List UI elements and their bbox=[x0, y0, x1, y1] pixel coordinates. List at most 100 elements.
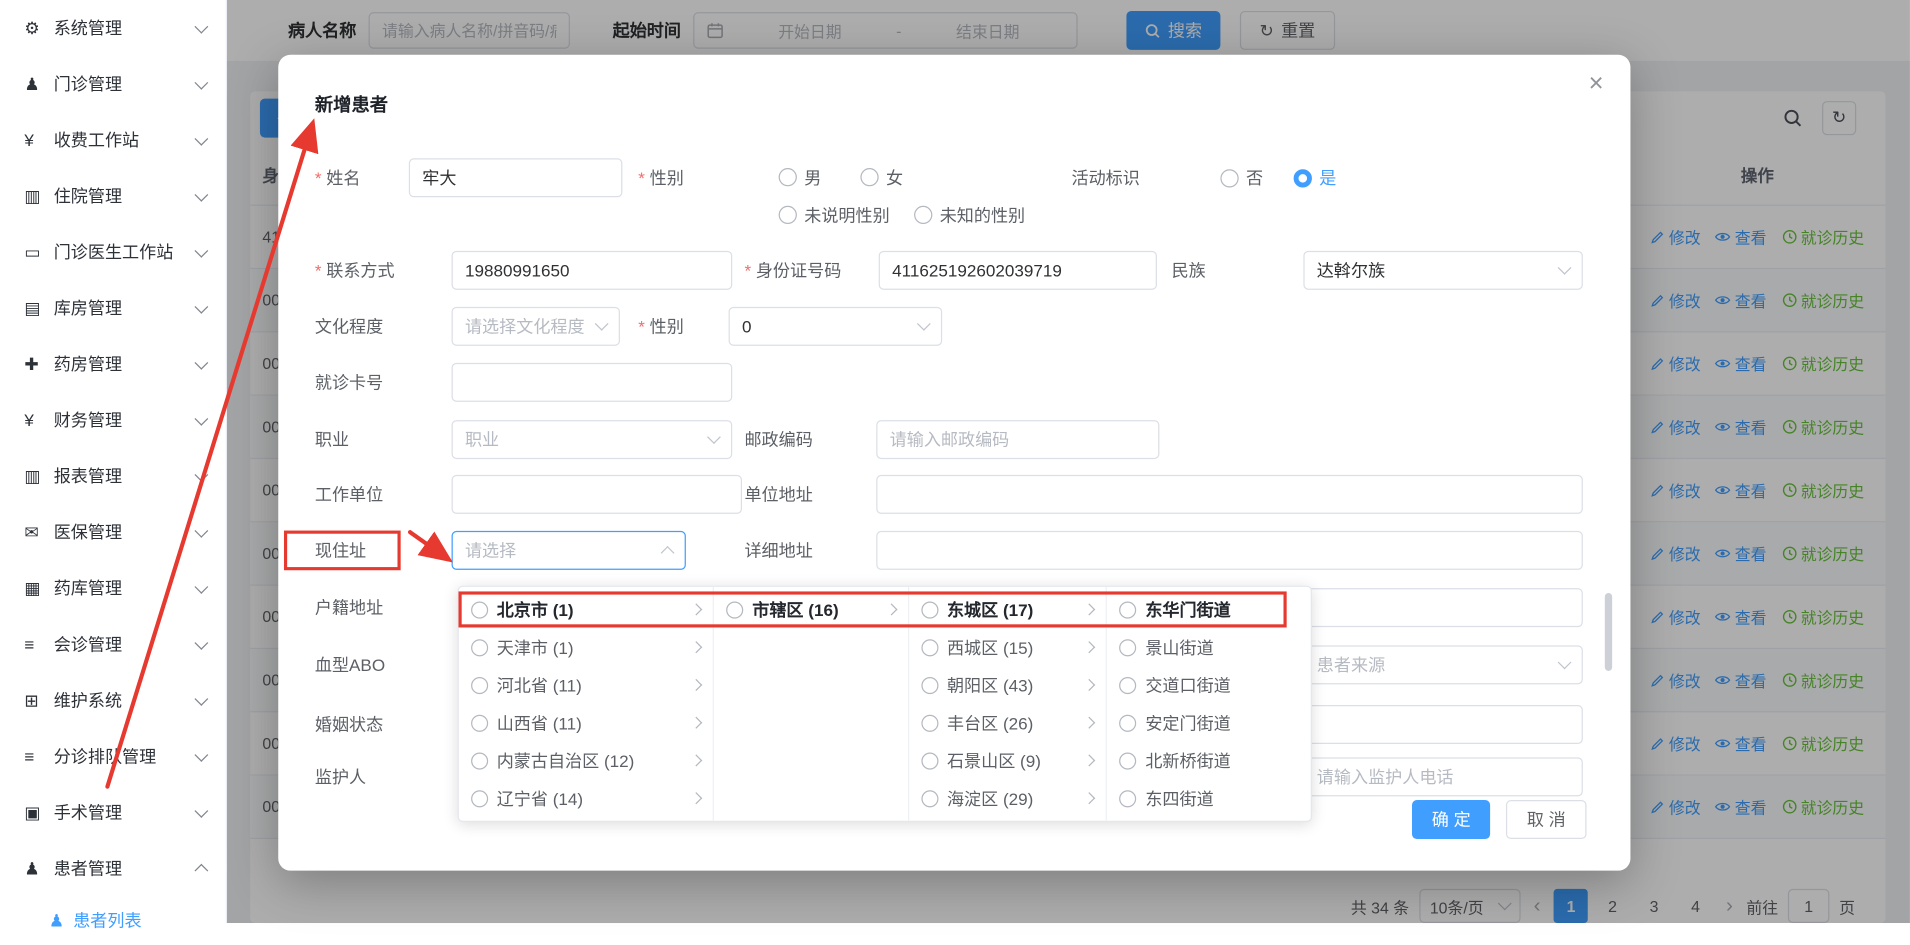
chevron-icon bbox=[194, 19, 208, 33]
field-right-1 bbox=[1303, 588, 1582, 627]
field-current-address: 现住址 请选择 bbox=[315, 531, 686, 570]
cascader-district-option[interactable]: 朝阳区 (43) bbox=[909, 666, 1106, 704]
radio-icon bbox=[471, 752, 488, 769]
education-select[interactable]: 请选择文化程度 bbox=[452, 307, 620, 346]
field-active-flag: 活动标识 否 是 bbox=[1072, 158, 1337, 197]
sidebar-item[interactable]: ¥ 财务管理 bbox=[0, 392, 226, 448]
sidebar-item[interactable]: ♟ 患者管理 bbox=[0, 840, 226, 896]
pharmacy-cross-icon: ✚ bbox=[24, 354, 53, 375]
cascader-city-option[interactable]: 市辖区 (16) bbox=[714, 591, 907, 629]
cascader-street-option[interactable]: 景山街道 bbox=[1107, 628, 1310, 666]
gender-code-select[interactable]: 0 bbox=[729, 307, 943, 346]
cascader-district-option[interactable]: 石景山区 (9) bbox=[909, 742, 1106, 780]
sidebar-item[interactable]: ⊞ 维护系统 bbox=[0, 672, 226, 728]
chevron-icon bbox=[194, 75, 208, 89]
cascader-province-option[interactable]: 辽宁省 (14) bbox=[459, 779, 713, 817]
radio-icon bbox=[779, 168, 797, 186]
cancel-button[interactable]: 取 消 bbox=[1506, 800, 1586, 839]
cascader-street-column: 东华门街道 景山街道 交道口街道 安定门街道 bbox=[1107, 587, 1310, 821]
chevron-right-icon bbox=[691, 641, 703, 653]
right-column-input-2[interactable] bbox=[1303, 705, 1582, 744]
chevron-icon bbox=[194, 299, 208, 313]
occupation-select[interactable]: 职业 bbox=[452, 420, 733, 459]
sidebar-item[interactable]: ▥ 住院管理 bbox=[0, 168, 226, 224]
field-occupation: 职业 职业 bbox=[315, 420, 732, 459]
ethnicity-select[interactable]: 达斡尔族 bbox=[1303, 251, 1582, 290]
cascader-district-option[interactable]: 东城区 (17) bbox=[909, 591, 1106, 629]
sidebar-item[interactable]: ≡ 分诊排队管理 bbox=[0, 728, 226, 784]
field-contact: 联系方式 bbox=[315, 251, 732, 290]
radio-icon bbox=[1120, 639, 1137, 656]
detail-address-input[interactable] bbox=[876, 531, 1583, 570]
right-column-input-1[interactable] bbox=[1303, 588, 1582, 627]
chevron-right-icon bbox=[1084, 792, 1096, 804]
sidebar-item[interactable]: ▣ 手术管理 bbox=[0, 784, 226, 840]
sidebar-item[interactable]: ¥ 收费工作站 bbox=[0, 112, 226, 168]
radio-icon bbox=[921, 639, 938, 656]
radio-active-yes[interactable]: 是 bbox=[1294, 166, 1337, 190]
close-icon[interactable]: × bbox=[1589, 69, 1604, 98]
cascader-province-option[interactable]: 内蒙古自治区 (12) bbox=[459, 742, 713, 780]
cascader-street-option[interactable]: 交道口街道 bbox=[1107, 666, 1310, 704]
field-guardian-phone bbox=[1303, 757, 1582, 796]
radio-unstated-gender[interactable]: 未说明性别 bbox=[779, 203, 890, 227]
sidebar-item[interactable]: ▥ 报表管理 bbox=[0, 448, 226, 504]
radio-male[interactable]: 男 bbox=[779, 165, 822, 189]
guardian-phone-input[interactable] bbox=[1303, 757, 1582, 796]
radio-icon bbox=[1120, 601, 1137, 618]
sidebar-item[interactable]: ✚ 药房管理 bbox=[0, 336, 226, 392]
radio-icon bbox=[1120, 790, 1137, 807]
chevron-down-icon bbox=[595, 317, 609, 331]
sidebar-item[interactable]: ▦ 药库管理 bbox=[0, 560, 226, 616]
cascader-province-option[interactable]: 山西省 (11) bbox=[459, 704, 713, 742]
cascader-street-option[interactable]: 东四街道 bbox=[1107, 779, 1310, 817]
unit-address-input[interactable] bbox=[876, 475, 1583, 514]
cascader-district-option[interactable]: 海淀区 (29) bbox=[909, 779, 1106, 817]
report-icon: ▥ bbox=[24, 466, 53, 487]
radio-icon bbox=[779, 206, 797, 224]
field-gender-code: 性别 0 bbox=[638, 307, 942, 346]
cascader-street-option[interactable]: 北新桥街道 bbox=[1107, 742, 1310, 780]
modal-scrollbar[interactable] bbox=[1605, 593, 1612, 671]
chevron-icon bbox=[194, 579, 208, 593]
contact-input[interactable] bbox=[452, 251, 733, 290]
cascader-province-option[interactable]: 北京市 (1) bbox=[459, 591, 713, 629]
maintenance-grid-icon: ⊞ bbox=[24, 690, 53, 711]
visit-card-input[interactable] bbox=[452, 363, 733, 402]
postal-code-input[interactable] bbox=[876, 420, 1159, 459]
sidebar-item[interactable]: ▤ 库房管理 bbox=[0, 280, 226, 336]
chevron-right-icon bbox=[691, 717, 703, 729]
gear-icon: ⚙ bbox=[24, 18, 53, 39]
chevron-icon bbox=[194, 635, 208, 649]
cascader-district-option[interactable]: 丰台区 (26) bbox=[909, 704, 1106, 742]
chevron-icon bbox=[194, 467, 208, 481]
fee-station-icon: ¥ bbox=[24, 130, 53, 149]
sidebar-item[interactable]: ▭ 门诊医生工作站 bbox=[0, 224, 226, 280]
patient-source-select[interactable]: 患者来源 bbox=[1303, 645, 1582, 684]
sidebar-item[interactable]: ≡ 会诊管理 bbox=[0, 616, 226, 672]
cascader-province-option[interactable]: 天津市 (1) bbox=[459, 628, 713, 666]
modal-title: 新增患者 bbox=[315, 91, 388, 117]
chevron-right-icon bbox=[1084, 603, 1096, 615]
current-address-cascader[interactable]: 请选择 bbox=[452, 531, 686, 570]
work-unit-input[interactable] bbox=[452, 475, 742, 514]
radio-active-no[interactable]: 否 bbox=[1220, 166, 1263, 190]
confirm-button[interactable]: 确 定 bbox=[1412, 800, 1490, 839]
id-number-input[interactable] bbox=[879, 251, 1157, 290]
name-input[interactable] bbox=[409, 158, 623, 197]
cascader-district-option[interactable]: 西城区 (15) bbox=[909, 628, 1106, 666]
sidebar-item-patient-list[interactable]: ♟ 患者列表 bbox=[0, 896, 226, 945]
cascader-province-option[interactable]: 河北省 (11) bbox=[459, 666, 713, 704]
sidebar-item[interactable]: ♟ 门诊管理 bbox=[0, 56, 226, 112]
cascader-street-option[interactable]: 东华门街道 bbox=[1107, 591, 1310, 629]
radio-female[interactable]: 女 bbox=[860, 165, 903, 189]
cascader-street-option[interactable]: 安定门街道 bbox=[1107, 704, 1310, 742]
radio-icon bbox=[1220, 169, 1238, 187]
field-blood-type: 血型ABO bbox=[315, 645, 385, 684]
sidebar-item[interactable]: ⚙ 系统管理 bbox=[0, 0, 226, 56]
radio-icon bbox=[921, 714, 938, 731]
radio-unknown-gender[interactable]: 未知的性别 bbox=[914, 203, 1025, 227]
field-postal-code: 邮政编码 bbox=[744, 420, 1159, 459]
sidebar-item[interactable]: ✉ 医保管理 bbox=[0, 504, 226, 560]
chevron-icon bbox=[194, 523, 208, 537]
